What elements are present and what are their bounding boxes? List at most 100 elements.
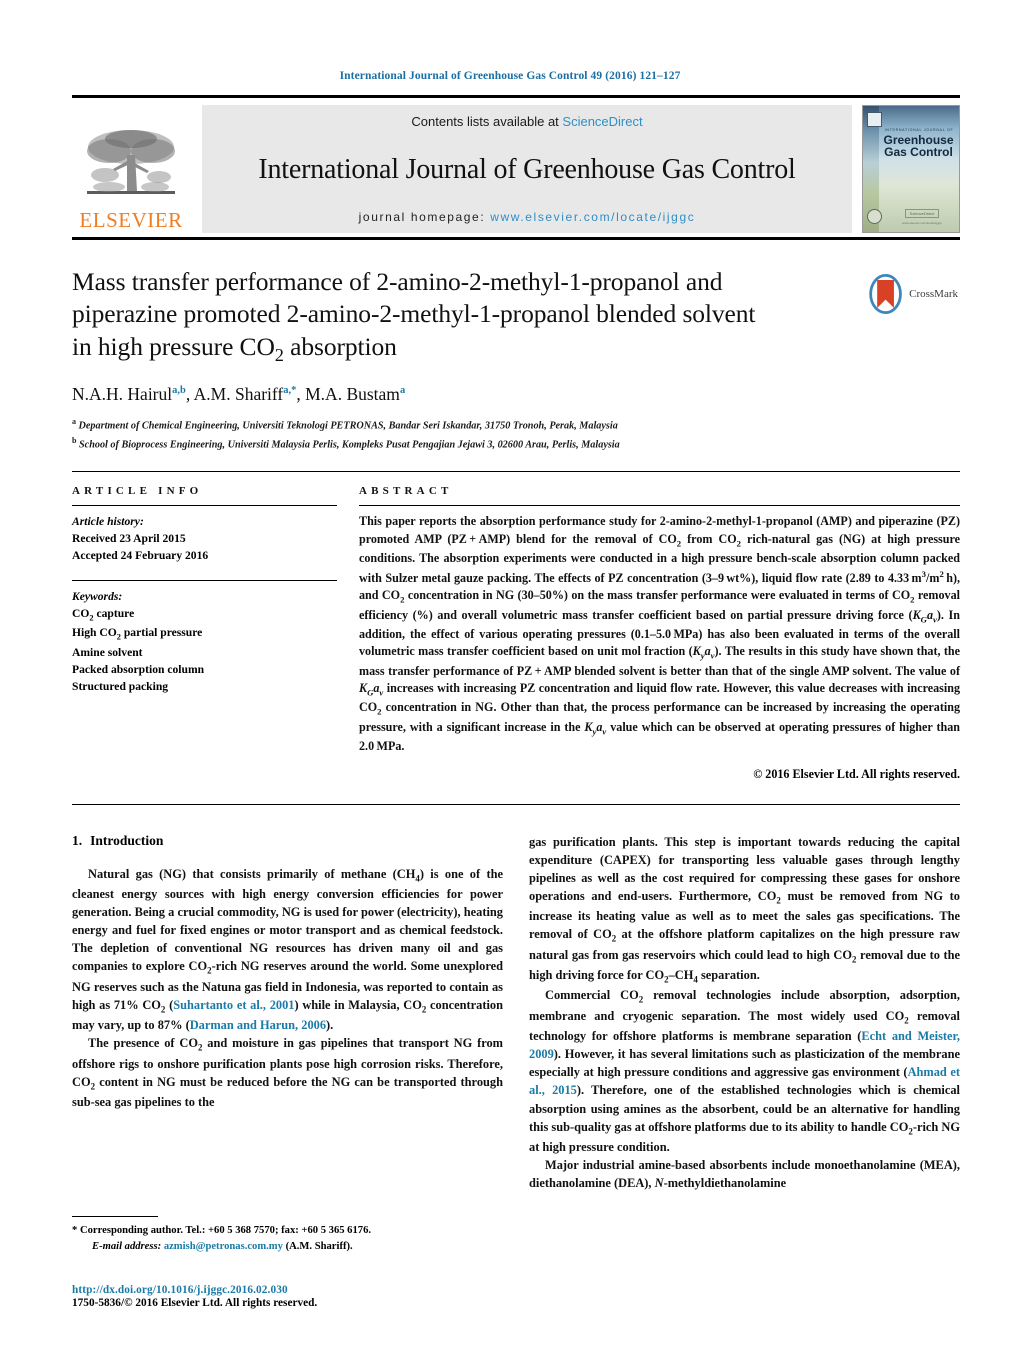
affiliation-mark-a: a — [72, 417, 76, 427]
email-link[interactable]: azmish@petronas.com.my — [164, 1241, 283, 1252]
article-body: 1. Introduction Natural gas (NG) that con… — [72, 833, 960, 1193]
keyword-item: High CO2 partial pressure — [72, 626, 203, 642]
cover-seal-icon — [867, 209, 882, 224]
abstract-column: ABSTRACT This paper reports the absorpti… — [359, 485, 960, 781]
elsevier-logo: ELSEVIER — [72, 105, 190, 233]
cover-foot-sub: www.elsevier.com/locate/ijggc — [902, 221, 942, 225]
abstract-heading: ABSTRACT — [359, 485, 453, 498]
paragraph: The presence of CO2 and moisture in gas … — [72, 1036, 504, 1110]
affiliation-mark-b: b — [72, 436, 77, 446]
cover-title-line2: Gas Control — [884, 145, 953, 160]
title-line-2: piperazine promoted 2-amino-2-methyl-1-p… — [72, 299, 756, 329]
page-footer: http://dx.doi.org/10.1016/j.ijggc.2016.0… — [72, 1284, 572, 1309]
keywords-group: Keywords: CO2 capture High CO2 partial p… — [72, 588, 337, 696]
keyword-item: CO2 capture — [72, 606, 135, 622]
article-info-column: ARTICLE INFO Article history: Received 2… — [72, 485, 337, 781]
author-sep-1: , — [185, 384, 194, 405]
title-line-1: Mass transfer performance of 2-amino-2-m… — [72, 267, 723, 296]
cover-footer: ScienceDirect www.elsevier.com/locate/ij… — [891, 202, 953, 225]
keywords-label: Keywords: — [72, 589, 123, 603]
email-owner: (A.M. Shariff). — [285, 1241, 353, 1253]
keyword-item: Structured packing — [72, 680, 169, 694]
page-title: Mass transfer performance of 2-amino-2-m… — [72, 266, 862, 367]
author-2-affil-marks[interactable]: a,* — [283, 385, 296, 396]
citation-link[interactable]: Darman and Harun, 2006 — [190, 1018, 326, 1032]
cover-foot-box: ScienceDirect — [904, 209, 940, 218]
affiliation-item: a Department of Chemical Engineering, Un… — [72, 416, 958, 435]
abstract-rule — [359, 505, 960, 507]
email-label: E-mail address: — [92, 1241, 162, 1253]
author-1-affil-marks[interactable]: a,b — [172, 385, 186, 396]
info-section-top-rule — [72, 471, 960, 473]
email-line: E-mail address: azmish@petronas.com.my (… — [82, 1239, 498, 1255]
journal-masthead: ELSEVIER Contents lists available at Sci… — [72, 95, 960, 233]
author-2-name: A.M. Shariff — [193, 384, 284, 405]
contents-prefix: Contents lists available at — [411, 114, 563, 129]
corresponding-author-text: Corresponding author. Tel.: +60 5 368 75… — [79, 1225, 372, 1237]
article-page: International Journal of Greenhouse Gas … — [0, 0, 1020, 1351]
journal-homepage-line: journal homepage: www.elsevier.com/locat… — [359, 210, 696, 224]
keyword-item: Packed absorption column — [72, 663, 205, 677]
abstract-body: This paper reports the absorption perfor… — [359, 514, 961, 753]
paragraph: Major industrial amine-based absorbents … — [529, 1158, 960, 1191]
cover-kicker: INTERNATIONAL JOURNAL OF — [884, 128, 954, 132]
article-history-label: Article history: — [72, 515, 144, 529]
abstract-copyright: © 2016 Elsevier Ltd. All rights reserved… — [753, 766, 960, 781]
footnote-block: * Corresponding author. Tel.: +60 5 368 … — [72, 1216, 498, 1255]
title-block: CrossMark Mass transfer performance of 2… — [72, 266, 958, 454]
journal-band: Contents lists available at ScienceDirec… — [202, 105, 852, 233]
keywords-rule — [72, 579, 337, 581]
homepage-url-link[interactable]: www.elsevier.com/locate/ijggc — [490, 210, 695, 224]
cover-title: Greenhouse Gas Control — [881, 134, 956, 159]
author-3-name: M.A. Bustam — [305, 384, 400, 405]
footnote-rule — [72, 1216, 158, 1218]
crossmark-label: CrossMark — [909, 288, 958, 300]
masthead-bottom-rule — [72, 237, 960, 240]
journal-title: International Journal of Greenhouse Gas … — [258, 153, 796, 185]
affiliation-text-a: Department of Chemical Engineering, Univ… — [78, 420, 618, 432]
article-info-heading: ARTICLE INFO — [72, 485, 203, 498]
article-accepted-date: Accepted 24 February 2016 — [72, 549, 209, 563]
contents-line: Contents lists available at ScienceDirec… — [411, 114, 642, 129]
elsevier-tree-icon — [87, 130, 175, 194]
journal-cover-thumbnail: INTERNATIONAL JOURNAL OF Greenhouse Gas … — [862, 105, 960, 233]
footnote-star: * — [72, 1225, 78, 1237]
doi-link[interactable]: http://dx.doi.org/10.1016/j.ijggc.2016.0… — [72, 1284, 572, 1296]
crossmark-badge[interactable]: CrossMark — [866, 272, 958, 316]
issn-copyright: 1750-5836/© 2016 Elsevier Ltd. All right… — [72, 1297, 318, 1309]
sciencedirect-link[interactable]: ScienceDirect — [562, 114, 642, 129]
article-info-rule — [72, 505, 337, 507]
affiliation-item: b School of Bioprocess Engineering, Univ… — [72, 435, 958, 454]
body-column-right: gas purification plants. This step is im… — [529, 833, 960, 1193]
corresponding-author-note: * Corresponding author. Tel.: +60 5 368 … — [72, 1223, 498, 1255]
info-section-bottom-rule — [72, 803, 960, 805]
author-3-affil-marks[interactable]: a — [400, 385, 405, 396]
title-co2-subscript: 2 — [274, 344, 284, 365]
section-title: Introduction — [90, 832, 164, 848]
article-received-date: Received 23 April 2015 — [72, 532, 186, 546]
section-heading-introduction: 1. Introduction — [72, 833, 503, 849]
section-number: 1. — [72, 832, 83, 848]
homepage-prefix: journal homepage: — [358, 210, 491, 224]
author-list: N.A.H. Hairula,b, A.M. Shariffa,*, M.A. … — [72, 384, 958, 405]
article-history-group: Article history: Received 23 April 2015 … — [72, 513, 337, 564]
title-line-3-post: absorption — [283, 331, 397, 361]
affiliation-list: a Department of Chemical Engineering, Un… — [72, 416, 958, 454]
cover-publisher-mark-icon — [867, 112, 882, 127]
title-line-3-pre: in high pressure CO — [72, 331, 275, 361]
affiliation-text-b: School of Bioprocess Engineering, Univer… — [79, 439, 620, 451]
author-1-name: N.A.H. Hairul — [72, 384, 173, 405]
author-sep-2: , — [296, 384, 306, 405]
citation-link[interactable]: Suhartanto et al., 2001 — [173, 998, 294, 1012]
paragraph: Natural gas (NG) that consists primarily… — [72, 866, 503, 1033]
citation-link[interactable]: Ahmad et al., 2015 — [529, 1065, 960, 1097]
info-abstract-row: ARTICLE INFO Article history: Received 2… — [72, 485, 960, 781]
keyword-item: Amine solvent — [72, 646, 143, 660]
paragraph: Commercial CO2 removal technologies incl… — [529, 988, 960, 1154]
paragraph: gas purification plants. This step is im… — [529, 834, 961, 985]
elsevier-wordmark: ELSEVIER — [79, 208, 183, 232]
citation-link[interactable]: Echt and Meister, 2009 — [529, 1029, 960, 1061]
running-head: International Journal of Greenhouse Gas … — [339, 70, 681, 82]
crossmark-icon — [869, 273, 902, 315]
body-column-left: 1. Introduction Natural gas (NG) that con… — [72, 833, 503, 1193]
